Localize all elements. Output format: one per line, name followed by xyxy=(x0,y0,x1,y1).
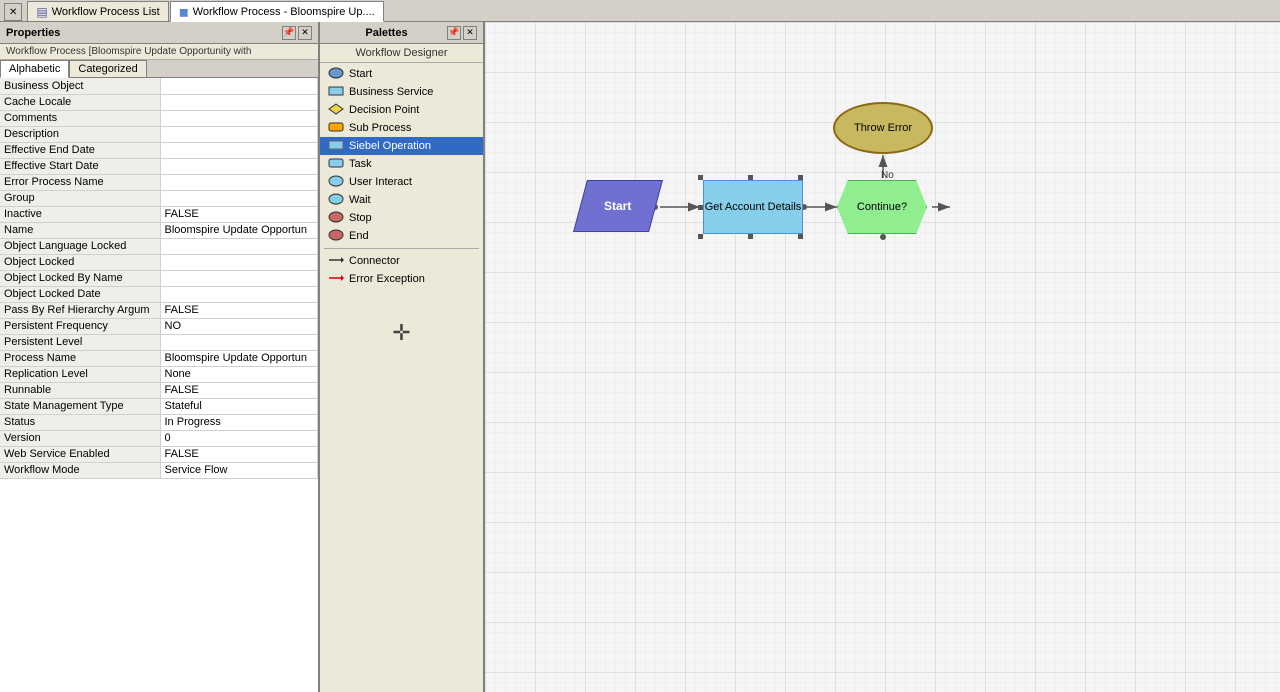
node-continue-label: Continue? xyxy=(857,201,907,213)
task-shape-icon xyxy=(328,157,344,172)
stop-palette-label: Stop xyxy=(349,212,372,224)
decision-point-shape-icon xyxy=(328,103,344,118)
table-row: Persistent FrequencyNO xyxy=(0,318,318,334)
table-row: StatusIn Progress xyxy=(0,414,318,430)
palettes-subtitle: Workflow Designer xyxy=(320,44,483,63)
properties-subtitle: Workflow Process [Bloomspire Update Oppo… xyxy=(0,44,318,60)
palette-item-end[interactable]: End xyxy=(320,227,483,245)
workflow-canvas[interactable]: Start Get Account Details Continue? Thro… xyxy=(485,22,1280,692)
node-get-account-label: Get Account Details xyxy=(705,200,802,214)
tab-workflow-list[interactable]: ▤ Workflow Process List xyxy=(27,1,168,21)
palette-item-start[interactable]: Start xyxy=(320,65,483,83)
tab-workflow-process[interactable]: ◼ Workflow Process - Bloomspire Up.... xyxy=(170,1,384,22)
table-row: Object Locked xyxy=(0,254,318,270)
error-exception-palette-label: Error Exception xyxy=(349,273,425,285)
tab-categorized[interactable]: Categorized xyxy=(69,60,146,77)
business-service-palette-label: Business Service xyxy=(349,86,433,98)
sub-process-palette-label: Sub Process xyxy=(349,122,411,134)
end-palette-label: End xyxy=(349,230,369,242)
siebel-operation-palette-label: Siebel Operation xyxy=(349,140,431,152)
table-row: Object Locked Date xyxy=(0,286,318,302)
table-row: Pass By Ref Hierarchy ArgumFALSE xyxy=(0,302,318,318)
move-cursor: ✛ xyxy=(392,320,410,346)
connector-palette-label: Connector xyxy=(349,255,400,267)
palettes-title: Palettes xyxy=(326,27,447,39)
table-row: Version0 xyxy=(0,430,318,446)
palette-item-stop[interactable]: Stop xyxy=(320,209,483,227)
table-row: Object Language Locked xyxy=(0,238,318,254)
table-row: Error Process Name xyxy=(0,174,318,190)
node-continue[interactable]: Continue? xyxy=(837,180,927,234)
node-throw-error[interactable]: Throw Error xyxy=(833,102,933,154)
tab-close-button[interactable]: ✕ xyxy=(4,3,22,21)
process-icon: ◼ xyxy=(179,5,189,19)
tab-workflow-process-label: Workflow Process - Bloomspire Up.... xyxy=(193,6,375,18)
palette-item-error-exception[interactable]: Error Exception xyxy=(320,270,483,288)
end-shape-icon xyxy=(328,229,344,244)
connector-shape-icon xyxy=(328,254,344,269)
decision-point-palette-label: Decision Point xyxy=(349,104,419,116)
palette-item-decision-point[interactable]: Decision Point xyxy=(320,101,483,119)
node-throw-error-label: Throw Error xyxy=(854,122,912,134)
no-label: No xyxy=(881,170,894,181)
table-row: NameBloomspire Update Opportun xyxy=(0,222,318,238)
table-row: RunnableFALSE xyxy=(0,382,318,398)
tab-workflow-list-label: Workflow Process List xyxy=(52,6,160,18)
start-palette-label: Start xyxy=(349,68,372,80)
business-service-shape-icon xyxy=(328,85,344,100)
table-row: Replication LevelNone xyxy=(0,366,318,382)
start-shape-icon xyxy=(328,67,344,82)
palette-item-sub-process[interactable]: Sub Process xyxy=(320,119,483,137)
palette-item-connector[interactable]: Connector xyxy=(320,252,483,270)
node-get-account[interactable]: Get Account Details xyxy=(703,180,803,234)
properties-pin-button[interactable]: 📌 xyxy=(282,26,296,40)
table-row: Effective End Date xyxy=(0,142,318,158)
palettes-pin-button[interactable]: 📌 xyxy=(447,26,461,40)
palettes-close-button[interactable]: ✕ xyxy=(463,26,477,40)
sub-process-shape-icon xyxy=(328,121,344,136)
table-row: Comments xyxy=(0,110,318,126)
table-row: Description xyxy=(0,126,318,142)
table-row: Workflow ModeService Flow xyxy=(0,462,318,478)
palette-item-wait[interactable]: Wait xyxy=(320,191,483,209)
table-row: Persistent Level xyxy=(0,334,318,350)
wait-shape-icon xyxy=(328,193,344,208)
palette-item-user-interact[interactable]: User Interact xyxy=(320,173,483,191)
table-row: Business Object xyxy=(0,78,318,94)
palette-item-task[interactable]: Task xyxy=(320,155,483,173)
properties-title: Properties xyxy=(6,27,60,39)
stop-shape-icon xyxy=(328,211,344,226)
list-icon: ▤ xyxy=(36,5,47,19)
table-row: State Management TypeStateful xyxy=(0,398,318,414)
siebel-operation-shape-icon xyxy=(328,139,344,154)
table-row: Object Locked By Name xyxy=(0,270,318,286)
palette-item-siebel-operation[interactable]: Siebel Operation xyxy=(320,137,483,155)
wait-palette-label: Wait xyxy=(349,194,371,206)
palette-items-list: Start Business Service Decision Point Sub P… xyxy=(320,63,483,290)
user-interact-palette-label: User Interact xyxy=(349,176,412,188)
table-row: Cache Locale xyxy=(0,94,318,110)
table-row: InactiveFALSE xyxy=(0,206,318,222)
task-palette-label: Task xyxy=(349,158,372,170)
error-exception-shape-icon xyxy=(328,272,344,287)
table-row: Web Service EnabledFALSE xyxy=(0,446,318,462)
node-start-label: Start xyxy=(604,199,631,213)
table-row: Process NameBloomspire Update Opportun xyxy=(0,350,318,366)
properties-close-button[interactable]: ✕ xyxy=(298,26,312,40)
palette-item-business-service[interactable]: Business Service xyxy=(320,83,483,101)
table-row: Group xyxy=(0,190,318,206)
table-row: Effective Start Date xyxy=(0,158,318,174)
node-start[interactable]: Start xyxy=(573,180,663,232)
user-interact-shape-icon xyxy=(328,175,344,190)
tab-alphabetic[interactable]: Alphabetic xyxy=(0,60,69,78)
properties-table: Business ObjectCache LocaleCommentsDescr… xyxy=(0,78,318,692)
